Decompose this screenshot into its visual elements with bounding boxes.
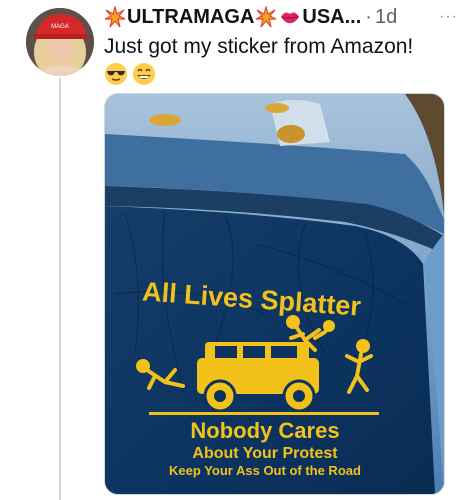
more-options-icon[interactable]: ··· — [439, 8, 458, 26]
thread-line — [59, 78, 61, 500]
sticker-divider — [149, 412, 379, 415]
avatar[interactable]: MAGA — [26, 8, 94, 76]
sticker-line-3: Keep Your Ass Out of the Road — [169, 463, 361, 478]
display-name-text: ULTRAMAGA — [127, 5, 255, 28]
timestamp[interactable]: 1d — [375, 6, 397, 29]
tweet-media-image[interactable]: All Lives Splatter Nobody Cares About Yo… — [104, 93, 445, 495]
separator-dot: · — [365, 5, 372, 28]
collision-icon — [104, 6, 126, 28]
sticker-line-2: About Your Protest — [192, 445, 338, 462]
display-name-suffix: USA... — [302, 5, 362, 28]
lips-icon — [281, 12, 300, 24]
tweet-header: ULTRAMAGA USA... · 1d ··· — [103, 4, 458, 30]
sunglasses-face-icon — [105, 63, 127, 85]
tweet-text: Just got my sticker from Amazon! — [104, 35, 414, 58]
sticker-line-1: Nobody Cares — [190, 418, 339, 443]
svg-text:MAGA: MAGA — [51, 24, 69, 30]
grinning-face-icon — [133, 63, 155, 85]
tweet-emojis — [104, 62, 156, 86]
collision-icon — [256, 6, 277, 28]
display-name[interactable]: ULTRAMAGA USA... — [103, 6, 361, 29]
